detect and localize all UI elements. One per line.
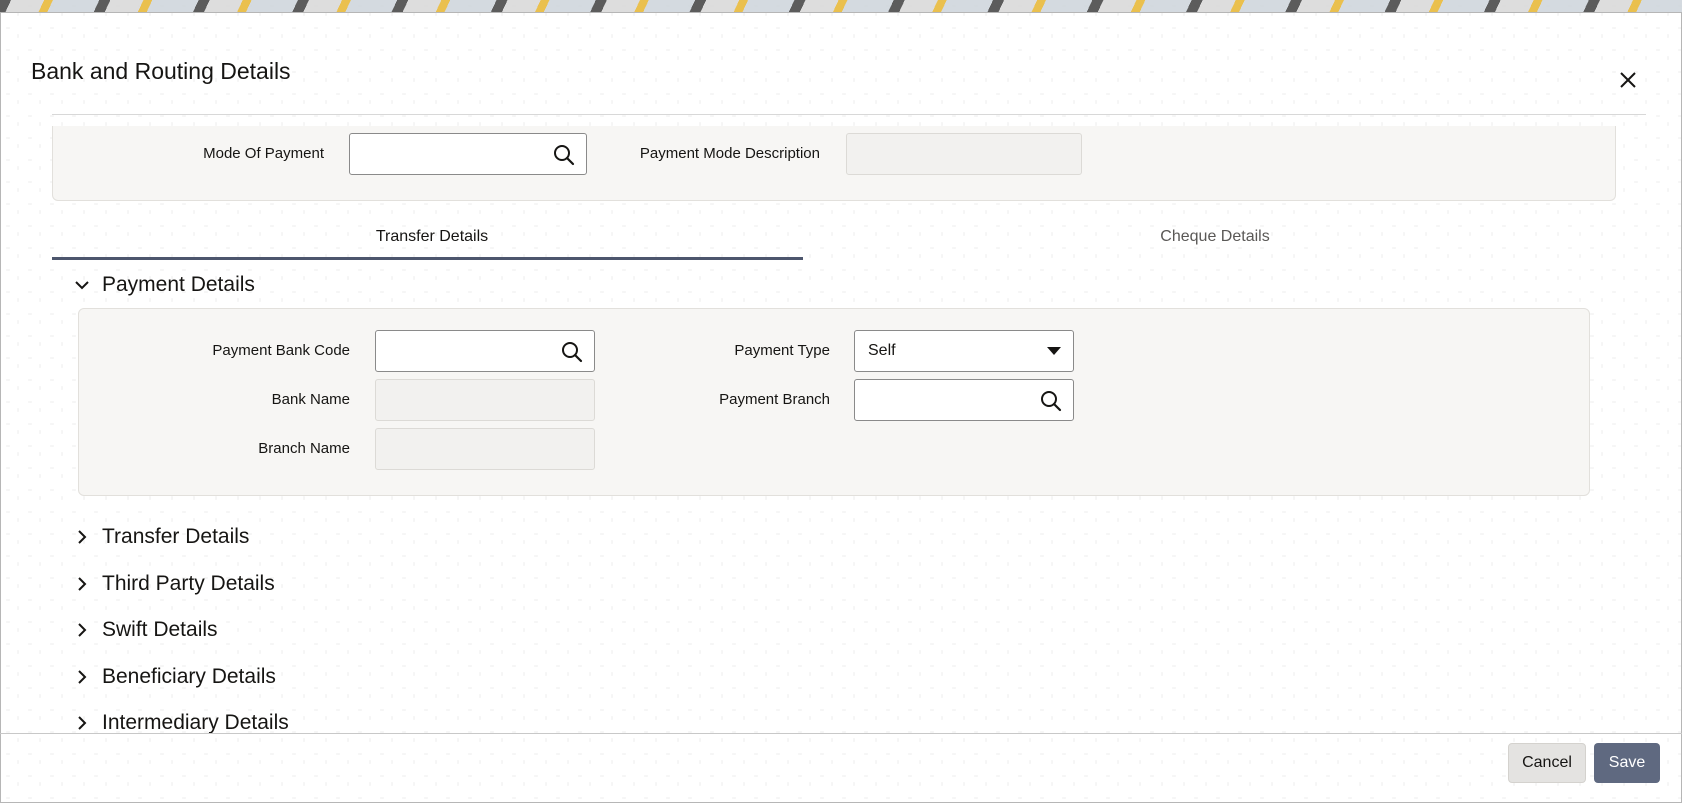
mode-of-payment-input[interactable] (349, 133, 587, 175)
branch-name-field (375, 428, 595, 470)
section-payment-details[interactable]: Payment Details (72, 273, 255, 297)
section-title: Payment Details (102, 273, 255, 296)
bank-name-field (375, 379, 595, 421)
chevron-right-icon (78, 670, 87, 684)
close-icon (1620, 72, 1636, 88)
chevron-right-icon (78, 577, 87, 591)
payment-mode-description-label: Payment Mode Description (639, 145, 820, 162)
payment-type-label: Payment Type (734, 342, 830, 359)
section-beneficiary-details[interactable]: Beneficiary Details (72, 665, 276, 689)
section-intermediary-details[interactable]: Intermediary Details (72, 711, 289, 735)
branch-name-label: Branch Name (258, 440, 350, 457)
search-icon[interactable] (552, 143, 576, 167)
header-panel (52, 126, 1616, 201)
section-transfer-details[interactable]: Transfer Details (72, 525, 249, 549)
search-icon[interactable] (560, 340, 584, 364)
mode-of-payment-label: Mode Of Payment (203, 145, 324, 162)
chevron-right-icon (78, 716, 87, 730)
search-icon[interactable] (1039, 389, 1063, 413)
dialog-title: Bank and Routing Details (31, 58, 291, 84)
section-third-party-details[interactable]: Third Party Details (72, 572, 275, 596)
section-title: Swift Details (102, 618, 218, 641)
chevron-right-icon (78, 530, 87, 544)
chevron-right-icon (78, 623, 87, 637)
caret-down-icon (1047, 347, 1061, 355)
payment-mode-description-field (846, 133, 1082, 175)
section-swift-details[interactable]: Swift Details (72, 618, 218, 642)
tab-transfer-details[interactable]: Transfer Details (52, 228, 812, 246)
save-button[interactable]: Save (1594, 743, 1660, 783)
active-tab-indicator (52, 257, 803, 260)
close-button[interactable] (1614, 66, 1642, 94)
title-divider (52, 114, 1646, 115)
payment-branch-label: Payment Branch (719, 391, 830, 408)
section-title: Beneficiary Details (102, 665, 276, 688)
bank-name-label: Bank Name (271, 391, 350, 408)
payment-branch-input[interactable] (854, 379, 1074, 421)
section-title: Third Party Details (102, 572, 275, 595)
section-title: Transfer Details (102, 525, 250, 548)
chevron-down-icon (75, 281, 89, 290)
header-banner (0, 0, 1682, 12)
payment-type-select[interactable]: Self (854, 330, 1074, 372)
tab-cheque-details[interactable]: Cheque Details (830, 228, 1600, 246)
footer-divider (0, 733, 1682, 734)
cancel-button[interactable]: Cancel (1508, 743, 1586, 783)
payment-bank-code-label: Payment Bank Code (212, 342, 350, 359)
payment-bank-code-input[interactable] (375, 330, 595, 372)
section-title: Intermediary Details (102, 711, 289, 734)
